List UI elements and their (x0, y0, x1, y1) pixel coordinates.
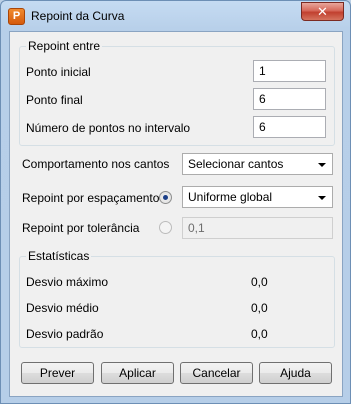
close-button[interactable]: ✕ (301, 2, 344, 21)
tolerance-label: Repoint por tolerância (22, 221, 140, 235)
spacing-value: Uniforme global (188, 190, 273, 204)
num-points-input[interactable]: 6 (253, 116, 326, 138)
corner-behavior-value: Selecionar cantos (188, 157, 284, 171)
spacing-select[interactable]: Uniforme global (182, 186, 333, 208)
dialog-window: P Repoint da Curva ✕ Repoint entre Ponto… (0, 0, 351, 404)
spacing-radio[interactable] (159, 191, 172, 204)
num-points-label: Número de pontos no intervalo (26, 121, 191, 135)
chevron-down-icon (318, 196, 326, 200)
max-deviation-label: Desvio máximo (26, 275, 109, 289)
corner-behavior-label: Comportamento nos cantos (22, 157, 170, 171)
std-deviation-value: 0,0 (251, 327, 268, 341)
preview-button[interactable]: Prever (21, 362, 94, 384)
app-logo-icon: P (8, 8, 25, 25)
spacing-label: Repoint por espaçamento (22, 191, 160, 205)
group-title-stats: Estatísticas (26, 249, 92, 263)
max-deviation-value: 0,0 (251, 275, 268, 289)
group-title-repoint: Repoint entre (26, 39, 103, 53)
mean-deviation-value: 0,0 (251, 301, 268, 315)
window-title: Repoint da Curva (31, 9, 125, 23)
end-point-input[interactable]: 6 (253, 88, 326, 110)
apply-button[interactable]: Aplicar (101, 362, 174, 384)
tolerance-input[interactable]: 0,1 (182, 217, 333, 239)
dialog-body: Repoint entre Ponto inicial 1 Ponto fina… (9, 31, 343, 397)
start-point-input[interactable]: 1 (253, 60, 326, 82)
corner-behavior-select[interactable]: Selecionar cantos (182, 153, 333, 175)
start-point-label: Ponto inicial (26, 65, 91, 79)
help-button[interactable]: Ajuda (259, 362, 332, 384)
title-bar[interactable]: P Repoint da Curva ✕ (1, 1, 350, 31)
tolerance-radio[interactable] (159, 221, 172, 234)
mean-deviation-label: Desvio médio (26, 301, 99, 315)
cancel-button[interactable]: Cancelar (180, 362, 253, 384)
end-point-label: Ponto final (26, 93, 83, 107)
chevron-down-icon (318, 163, 326, 167)
std-deviation-label: Desvio padrão (26, 327, 104, 341)
